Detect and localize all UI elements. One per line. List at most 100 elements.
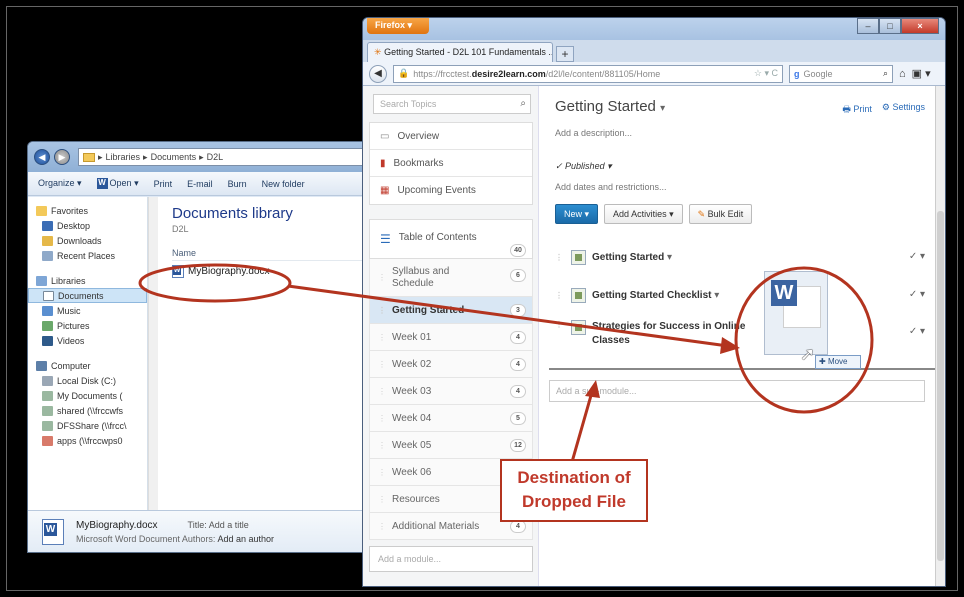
nav-videos[interactable]: Videos bbox=[28, 333, 147, 348]
add-module-input[interactable]: Add a module... bbox=[369, 546, 533, 572]
nav-favorites[interactable]: Favorites bbox=[28, 203, 147, 218]
module-getting-started[interactable]: ⋮ Getting Started 3 bbox=[369, 297, 533, 324]
explorer-address-row: ◀ ▶ ▸ Libraries ▸ Documents ▸ D2L bbox=[28, 142, 396, 172]
page-menu-icon[interactable]: ▣ ▾ bbox=[912, 67, 931, 80]
module-week-01[interactable]: ⋮ Week 01 4 bbox=[369, 324, 533, 351]
drag-handle-icon[interactable]: ⋮ bbox=[555, 320, 563, 329]
open-button[interactable]: W Open ▾ bbox=[96, 178, 139, 190]
module-week-02[interactable]: ⋮ Week 02 4 bbox=[369, 351, 533, 378]
explorer-address-bar[interactable]: ▸ Libraries ▸ Documents ▸ D2L bbox=[78, 148, 396, 166]
explorer-nav-scrollbar[interactable] bbox=[148, 197, 158, 510]
search-icon[interactable]: ⌕ bbox=[520, 98, 526, 109]
add-description-link[interactable]: Add a description... bbox=[555, 128, 632, 138]
new-tab-button[interactable]: + bbox=[556, 46, 574, 62]
drag-handle-icon[interactable]: ⋮ bbox=[378, 333, 386, 342]
nav-shared[interactable]: shared (\\frccwfs bbox=[28, 403, 147, 418]
file-item-mybiography[interactable]: MyBiography.docx bbox=[172, 265, 382, 278]
nav-documents[interactable]: Documents bbox=[28, 288, 147, 303]
computer-icon bbox=[36, 360, 47, 371]
back-icon[interactable]: ◀ bbox=[34, 149, 50, 165]
module-syllabus[interactable]: ⋮ Syllabus and Schedule 6 bbox=[369, 259, 533, 297]
topic-menu-icon[interactable]: ▾ bbox=[667, 252, 672, 263]
drag-handle-icon[interactable]: ⋮ bbox=[378, 495, 386, 504]
drag-handle-icon[interactable]: ⋮ bbox=[378, 441, 386, 450]
settings-link[interactable]: ⚙ Settings bbox=[882, 102, 925, 118]
add-dates-link[interactable]: Add dates and restrictions... bbox=[555, 182, 667, 192]
breadcrumb-d2l[interactable]: D2L bbox=[207, 152, 224, 162]
page-scrollbar[interactable] bbox=[935, 86, 945, 586]
nav-recent-places[interactable]: Recent Places bbox=[28, 248, 147, 263]
back-button[interactable]: ◀ bbox=[369, 64, 387, 83]
add-submodule-input[interactable]: Add a sub-module... bbox=[549, 380, 925, 402]
drag-handle-icon[interactable]: ⋮ bbox=[555, 253, 563, 262]
drag-handle-icon[interactable]: ⋮ bbox=[378, 522, 386, 531]
callout-line-1: Destination of bbox=[517, 468, 631, 487]
scrollbar-thumb[interactable] bbox=[937, 211, 944, 561]
search-engine-label: Google bbox=[803, 68, 833, 79]
nav-computer[interactable]: Computer bbox=[28, 358, 147, 373]
print-link[interactable]: 🖶 Print bbox=[842, 102, 872, 118]
nav-local-disk[interactable]: Local Disk (C:) bbox=[28, 373, 147, 388]
maximize-button[interactable]: □ bbox=[879, 18, 901, 34]
word-document-icon bbox=[172, 265, 184, 278]
nav-pictures[interactable]: Pictures bbox=[28, 318, 147, 333]
breadcrumb-libraries[interactable]: Libraries bbox=[106, 152, 141, 162]
firefox-menu-button[interactable]: Firefox ▾ bbox=[367, 18, 429, 34]
nav-music[interactable]: Music bbox=[28, 303, 147, 318]
bulk-edit-button[interactable]: ✎ Bulk Edit bbox=[688, 204, 753, 224]
drag-handle-icon[interactable]: ⋮ bbox=[378, 306, 386, 315]
bookmark-star-icon[interactable]: ☆ ▾ C bbox=[754, 68, 778, 79]
breadcrumb-documents[interactable]: Documents bbox=[151, 152, 197, 162]
burn-button[interactable]: Burn bbox=[228, 179, 247, 189]
nav-libraries[interactable]: Libraries bbox=[28, 273, 147, 288]
search-bar[interactable]: g Google ⌕ bbox=[789, 64, 893, 83]
topic-menu-icon[interactable]: ▾ bbox=[714, 290, 719, 301]
organize-button[interactable]: Organize ▾ bbox=[38, 178, 82, 189]
add-activities-button[interactable]: Add Activities ▾ bbox=[604, 204, 683, 224]
sidebar-item-overview[interactable]: ▭ Overview bbox=[370, 123, 532, 150]
forward-icon[interactable]: ▶ bbox=[54, 149, 70, 165]
title-menu-icon[interactable]: ▾ bbox=[660, 103, 665, 114]
nav-apps[interactable]: apps (\\frccwps0 bbox=[28, 433, 147, 448]
nav-downloads[interactable]: Downloads bbox=[28, 233, 147, 248]
topic-getting-started[interactable]: ⋮ Getting Started ▾ bbox=[555, 242, 672, 272]
tab-getting-started[interactable]: ✳ Getting Started - D2L 101 Fundamentals… bbox=[367, 42, 553, 62]
toc-header[interactable]: ☰ Table of Contents 40 bbox=[369, 219, 533, 259]
new-folder-button[interactable]: New folder bbox=[262, 179, 305, 189]
drag-handle-icon[interactable]: ⋮ bbox=[378, 414, 386, 423]
drag-handle-icon[interactable]: ⋮ bbox=[378, 468, 386, 477]
details-title-value[interactable]: Add a title bbox=[209, 520, 249, 530]
published-status[interactable]: ✓ Published ▾ bbox=[555, 161, 612, 172]
details-authors-value[interactable]: Add an author bbox=[217, 534, 274, 544]
name-column-header[interactable]: Name bbox=[172, 248, 382, 261]
module-week-05[interactable]: ⋮ Week 05 12 bbox=[369, 432, 533, 459]
close-button[interactable]: × bbox=[901, 18, 939, 34]
module-week-04[interactable]: ⋮ Week 04 5 bbox=[369, 405, 533, 432]
dragged-word-document-icon[interactable]: W bbox=[764, 271, 828, 355]
nav-my-documents[interactable]: My Documents ( bbox=[28, 388, 147, 403]
email-button[interactable]: E-mail bbox=[187, 179, 213, 189]
new-button[interactable]: New ▾ bbox=[555, 204, 599, 224]
drag-handle-icon[interactable]: ⋮ bbox=[378, 360, 386, 369]
drag-handle-icon[interactable]: ⋮ bbox=[555, 291, 563, 300]
search-topics-input[interactable]: Search Topics ⌕ bbox=[373, 94, 531, 114]
topic-check-icon[interactable]: ✓ ▾ bbox=[909, 289, 925, 300]
topic-check-icon[interactable]: ✓ ▾ bbox=[909, 251, 925, 262]
topic-check-icon[interactable]: ✓ ▾ bbox=[909, 326, 925, 337]
topic-strategies[interactable]: ⋮ Strategies for Success in Online Classe… bbox=[555, 314, 772, 360]
nav-dfsshare[interactable]: DFSShare (\\frcc\ bbox=[28, 418, 147, 433]
drag-handle-icon[interactable]: ⋮ bbox=[378, 272, 386, 284]
sidebar-item-upcoming-events[interactable]: ▦ Upcoming Events bbox=[370, 177, 532, 204]
page-title: Getting Started ▾ bbox=[555, 98, 666, 115]
home-icon[interactable]: ⌂ bbox=[899, 68, 906, 80]
nav-desktop[interactable]: Desktop bbox=[28, 218, 147, 233]
url-bar[interactable]: 🔒 https://frcctest.desire2learn.com/d2l/… bbox=[393, 64, 783, 83]
topic-getting-started-checklist[interactable]: ⋮ Getting Started Checklist ▾ bbox=[555, 280, 719, 310]
search-icon[interactable]: ⌕ bbox=[883, 68, 888, 79]
minimize-button[interactable]: – bbox=[857, 18, 879, 34]
sidebar-item-bookmarks[interactable]: ▮ Bookmarks bbox=[370, 150, 532, 177]
url-domain: desire2learn.com bbox=[471, 68, 546, 79]
drag-handle-icon[interactable]: ⋮ bbox=[378, 387, 386, 396]
print-button[interactable]: Print bbox=[154, 179, 173, 189]
module-week-03[interactable]: ⋮ Week 03 4 bbox=[369, 378, 533, 405]
